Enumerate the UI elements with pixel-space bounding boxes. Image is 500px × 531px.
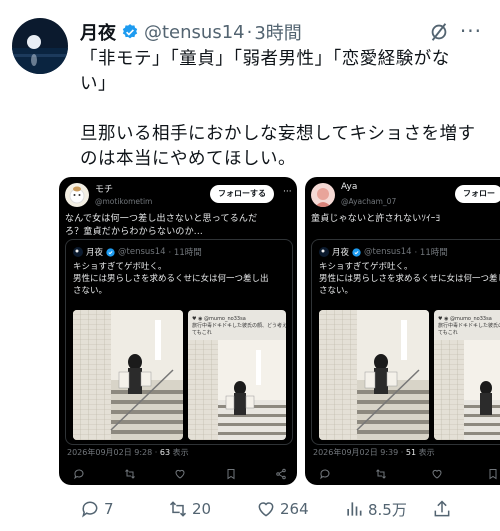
card-views: 63 xyxy=(159,448,171,457)
reply-button[interactable]: 7 xyxy=(80,499,168,519)
svg-text:旅行中毒ドキドキした彼氏の顔、どう考え: 旅行中毒ドキドキした彼氏の顔、どう考え xyxy=(192,322,286,329)
svg-text:旅行中毒ドキドキした彼氏の顔、どう考え: 旅行中毒ドキドキした彼氏の顔、どう考え xyxy=(438,322,500,329)
stairs-photo xyxy=(319,310,429,440)
card-actions xyxy=(73,467,287,481)
quoted-time: · 11時間 xyxy=(414,248,448,258)
card-date: 2026年09月02日 9:28 · xyxy=(67,448,158,457)
follow-button: フォロー xyxy=(455,185,500,203)
view-count: 8.5万 xyxy=(368,500,407,519)
action-bar: 7 20 264 8.5万 xyxy=(80,495,495,523)
bookmark-icon xyxy=(227,469,234,480)
quoted-name: 月夜 xyxy=(86,248,104,258)
quoted-text: キショすぎてゲボ吐く。 男性には男らしさを求めるくせに女は何一つ差し出 さない。 xyxy=(73,261,269,297)
screenshot-card-1[interactable]: モチ @motikometim フォローする ··· なんで女は何一つ差し出さな… xyxy=(59,177,297,485)
quoted-text-line: キショすぎてゲボ吐く。 xyxy=(319,262,413,272)
quoted-text-line: さない。 xyxy=(319,286,354,296)
reply-icon xyxy=(82,501,98,518)
stairs-photo: ♥ ◉ @mumo_no33sa 旅行中毒ドキドキした彼氏の顔、どう考え てもこ… xyxy=(434,310,500,440)
views-button[interactable]: 8.5万 xyxy=(344,499,432,520)
separator: · xyxy=(246,21,253,43)
card-text-line: 童貞じゃないと許されないｿｲｰﾖ xyxy=(311,214,441,224)
tweet-body-line: 旦那いる相手におかしな妄想してキショさを増す xyxy=(80,124,476,144)
avatar[interactable] xyxy=(12,18,68,74)
card-user-name: モチ xyxy=(95,185,114,195)
card-avatar xyxy=(311,183,335,207)
like-icon xyxy=(258,502,274,517)
card-date: 2026年09月02日 9:39 · xyxy=(313,448,404,457)
tweet-body-line: 「非モテ」「童貞」「弱者男性」「恋愛経験がな xyxy=(80,49,450,69)
quoted-text: キショすぎてゲボ吐く。 男性には男らしさを求めるくせに女は何一つ差し出 さない。 xyxy=(319,261,500,297)
card-views-label: 表示 xyxy=(418,448,435,457)
svg-text:てもこれ: てもこれ xyxy=(438,330,458,336)
repost-icon xyxy=(376,469,386,479)
quoted-verified-icon xyxy=(352,247,361,257)
svg-text:♥ ◉ @mumo_no33sa: ♥ ◉ @mumo_no33sa xyxy=(192,316,246,322)
timestamp[interactable]: 3時間 xyxy=(254,19,301,45)
like-count: 264 xyxy=(280,500,309,518)
card-user-handle: @Ayacham_07 xyxy=(341,197,397,206)
handle[interactable]: @tensus14 xyxy=(144,22,245,43)
quoted-avatar-icon xyxy=(319,247,329,257)
more-icon[interactable]: ··· xyxy=(460,19,482,43)
views-icon xyxy=(347,502,362,516)
quoted-text-line: キショすぎてゲボ吐く。 xyxy=(73,262,167,272)
card-more-icon: ··· xyxy=(283,187,292,197)
verified-badge-icon xyxy=(121,23,139,41)
repost-icon xyxy=(124,469,135,479)
follow-button: フォローする xyxy=(210,185,274,203)
reply-count: 7 xyxy=(104,500,114,518)
card-user-name: Aya xyxy=(341,182,358,192)
stairs-photo: ♥ ◉ @mumo_no33sa 旅行中毒ドキドキした彼氏の顔、どう考え てもこ… xyxy=(188,310,286,440)
stairs-photo xyxy=(73,310,183,440)
quoted-text-line: 男性には男らしさを求めるくせに女は何一つ差し出 xyxy=(73,274,269,284)
reply-icon xyxy=(320,469,330,480)
like-button[interactable]: 264 xyxy=(256,499,344,519)
grok-icon[interactable] xyxy=(428,21,450,43)
quoted-handle: @tensus14 xyxy=(364,247,412,257)
quoted-text-line: さない。 xyxy=(73,286,108,296)
quoted-time: · 11時間 xyxy=(168,248,202,258)
repost-count: 20 xyxy=(192,500,212,518)
share-icon xyxy=(434,500,450,517)
like-icon xyxy=(175,469,185,479)
quoted-header: 月夜 @tensus14 · 11時間 xyxy=(319,246,448,258)
card-avatar xyxy=(65,183,89,207)
card-meta: 2026年09月02日 9:39 · 51 表示 xyxy=(313,447,435,458)
card-actions xyxy=(319,467,499,481)
quoted-text-line: 男性には男らしさを求めるくせに女は何一つ差し出 xyxy=(319,274,500,284)
tweet-body-line: のは本当にやめてほしい。 xyxy=(80,149,296,169)
share-button[interactable] xyxy=(432,499,456,519)
bookmark-icon xyxy=(489,469,497,480)
card-text-line: なんで女は何一つ差し出さないと思ってるんだ xyxy=(65,214,258,224)
card-user-handle: @motikometim xyxy=(95,197,153,206)
quoted-header: 月夜 @tensus14 · 11時間 xyxy=(73,246,202,258)
card-views: 51 xyxy=(405,448,417,457)
svg-text:てもこれ: てもこれ xyxy=(192,330,212,336)
quoted-handle: @tensus14 xyxy=(118,247,166,257)
card-meta: 2026年09月02日 9:28 · 63 表示 xyxy=(67,447,189,458)
tweet-body-line: い」 xyxy=(80,74,116,94)
quoted-name: 月夜 xyxy=(332,248,350,258)
quoted-verified-icon xyxy=(106,247,115,257)
quoted-tweet: 月夜 @tensus14 · 11時間 キショすぎてゲボ吐く。 男性には男らしさ… xyxy=(311,239,500,445)
repost-icon xyxy=(169,501,187,517)
screenshot-card-2[interactable]: Aya @Ayacham_07 フォロー 童貞じゃないと許されないｿｲｰﾖ 月夜… xyxy=(305,177,500,485)
card-views-label: 表示 xyxy=(172,448,189,457)
display-name[interactable]: 月夜 xyxy=(80,19,116,45)
reply-icon xyxy=(74,469,84,480)
card-text-line: ろ？童貞だからわからないのか... xyxy=(65,227,203,237)
share-icon xyxy=(276,468,286,480)
like-icon xyxy=(432,469,442,479)
quoted-avatar-icon xyxy=(73,247,83,257)
repost-button[interactable]: 20 xyxy=(168,499,256,519)
card-text: なんで女は何一つ差し出さないと思ってるんだ ろ？童貞だからわからないのか... xyxy=(65,213,257,239)
tweet-body: 「非モテ」「童貞」「弱者男性」「恋愛経験がな い」 旦那いる相手におかしな妄想し… xyxy=(80,47,492,172)
svg-text:♥ ◉ @mumo_no33sa: ♥ ◉ @mumo_no33sa xyxy=(438,316,492,322)
quoted-tweet: 月夜 @tensus14 · 11時間 キショすぎてゲボ吐く。 男性には男らしさ… xyxy=(65,239,293,445)
tweet-header: 月夜 @tensus14 · 3時間 ··· xyxy=(80,19,490,45)
card-text: 童貞じゃないと許されないｿｲｰﾖ xyxy=(311,213,440,226)
